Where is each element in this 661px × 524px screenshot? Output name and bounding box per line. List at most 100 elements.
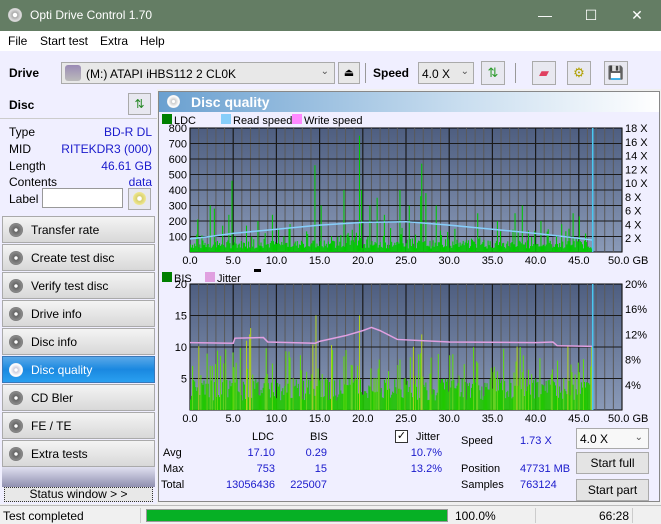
bis-bar <box>531 374 533 410</box>
bis-bar <box>371 390 373 410</box>
x-tick-label: 40.0 <box>525 255 546 267</box>
bis-bar <box>233 367 235 410</box>
ldc-bar <box>293 243 295 252</box>
ldc-bar <box>563 248 565 252</box>
start-full-button[interactable]: Start full <box>576 452 649 474</box>
ldc-bar <box>377 247 379 252</box>
bis-bar <box>436 392 438 410</box>
ldc-bar <box>493 247 495 252</box>
legend-read-speed: Read speed <box>233 115 292 127</box>
ldc-bar <box>223 244 225 252</box>
ldc-bar <box>290 246 292 252</box>
ldc-bar <box>451 247 453 252</box>
ldc-bar <box>435 205 437 252</box>
bis-bar <box>206 353 208 410</box>
bis-bar <box>257 381 259 410</box>
ldc-bar <box>382 235 384 252</box>
ldc-bar <box>580 242 582 252</box>
test-speed-select[interactable]: 4.0 X ⌄ <box>576 428 649 449</box>
x-tick-label: 35.0 <box>482 255 503 267</box>
bis-bar <box>225 349 227 410</box>
ldc-bar <box>301 242 304 252</box>
ldc-bar <box>438 242 440 252</box>
bis-bar <box>407 391 409 410</box>
ldc-bar <box>392 246 394 252</box>
bis-bar <box>296 387 298 410</box>
ldc-bar <box>260 242 262 252</box>
bis-bar <box>191 395 193 410</box>
ldc-bar <box>399 190 401 252</box>
bis-bar <box>540 394 542 410</box>
ldc-bar <box>550 244 552 252</box>
ldc-bar <box>192 244 194 252</box>
bis-bar <box>493 366 495 410</box>
ldc-bar <box>341 247 343 252</box>
ldc-bar <box>416 248 418 252</box>
x-tick-label: 25.0 <box>395 255 416 267</box>
ldc-bar <box>564 247 566 252</box>
bis-bar <box>547 380 549 410</box>
jitter-checkbox[interactable]: ✓ <box>395 430 408 443</box>
bis-bar <box>580 382 582 410</box>
samples-value: 763124 <box>520 479 557 491</box>
legend-jitter-swatch <box>205 272 215 282</box>
bis-bar <box>251 397 253 410</box>
ldc-bar <box>329 243 332 252</box>
bis-bar <box>523 396 525 410</box>
bis-bar <box>548 379 550 410</box>
bis-bar <box>317 368 319 410</box>
y-tick-label: 20 <box>175 279 187 291</box>
bis-bar <box>232 352 234 410</box>
bis-bar <box>342 393 344 410</box>
ldc-bar <box>327 241 329 252</box>
ldc-bar <box>432 240 434 252</box>
bis-bar <box>588 383 590 410</box>
bis-bar <box>238 392 240 410</box>
bis-bar <box>394 379 396 410</box>
bis-bar <box>379 392 381 410</box>
ldc-bar <box>364 244 366 252</box>
ldc-bar <box>334 241 336 252</box>
total-label: Total <box>161 479 185 491</box>
ldc-bar <box>457 243 459 252</box>
ldc-bar <box>463 245 465 252</box>
bis-bar <box>268 389 270 410</box>
ldc-bar <box>355 232 357 252</box>
bis-bar <box>344 384 346 410</box>
bis-bar <box>510 382 512 410</box>
bis-bar <box>343 356 345 410</box>
bis-bar <box>498 379 501 410</box>
ldc-bar <box>238 243 240 252</box>
ldc-bar <box>239 247 241 252</box>
ldc-bar <box>508 246 510 252</box>
bis-bar <box>384 382 386 410</box>
ldc-bar <box>558 247 560 252</box>
bis-bar <box>306 371 308 410</box>
bis-bar <box>198 346 200 410</box>
ldc-bar <box>470 238 473 252</box>
ldc-bar <box>543 244 545 252</box>
x-tick-label: 35.0 <box>482 413 503 425</box>
bis-bar <box>345 350 347 410</box>
bis-bar <box>273 396 276 410</box>
ldc-bar <box>554 244 556 252</box>
bis-bar <box>228 388 230 410</box>
bis-bar <box>513 372 515 410</box>
ldc-bar <box>581 244 583 252</box>
bis-bar <box>254 388 256 410</box>
ldc-bar <box>396 241 398 252</box>
bis-bar <box>409 357 411 410</box>
x-tick-label: 15.0 <box>309 255 330 267</box>
bis-bar <box>483 395 485 410</box>
bis-bar <box>587 382 589 410</box>
ldc-bar <box>215 247 217 252</box>
ldc-bar <box>325 243 327 252</box>
y-tick-label: 100 <box>169 232 187 244</box>
bis-bar <box>248 397 250 410</box>
start-part-button[interactable]: Start part <box>576 479 649 501</box>
bis-bar <box>434 400 436 410</box>
bis-bar <box>430 357 432 410</box>
y2-tick-label: 16% <box>625 304 647 316</box>
bis-bar <box>297 383 299 410</box>
ldc-bar <box>344 246 346 252</box>
